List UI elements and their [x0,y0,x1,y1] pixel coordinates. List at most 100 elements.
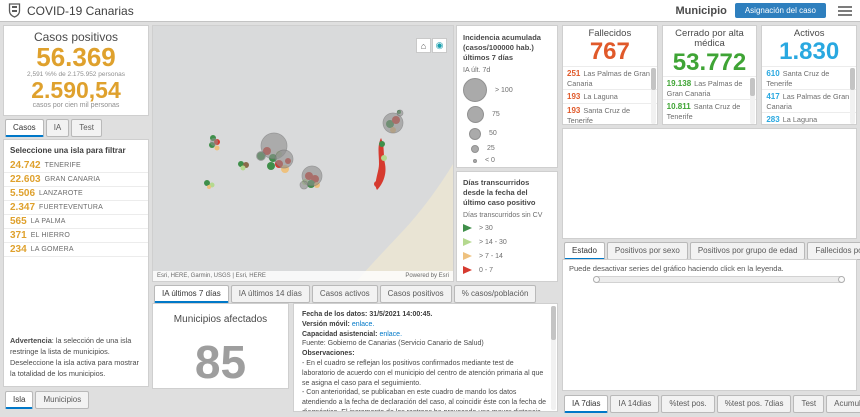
slider-handle-right[interactable] [838,276,845,283]
activos-scrollbar[interactable] [850,68,856,124]
tab-casos-positivos-map[interactable]: Casos positivos [379,285,452,303]
island-filter-title: Seleccione una isla para filtrar [10,146,126,155]
tab-positivos-sexo[interactable]: Positivos por sexo [606,242,688,260]
tab-test[interactable]: Test [71,119,102,137]
legend-incidencia: Incidencia acumulada (casos/100000 hab.)… [456,25,558,168]
tab-isla[interactable]: Isla [5,391,34,409]
legend-circle-25 [471,144,479,153]
version-link[interactable]: enlace. [352,321,375,328]
list-item[interactable]: 251 Las Palmas de Gran Canaria [563,65,657,89]
tab-casos[interactable]: Casos [5,119,44,137]
cerrado-scrollbar[interactable] [750,78,756,124]
municipios-afectados-card: Municipios afectados 85 [152,303,289,389]
legend-swatch-0-7 [463,266,472,275]
island-filter-card: Seleccione una isla para filtrar 24.742 T… [3,139,149,387]
capacidad-label: Capacidad asistencial: [302,330,378,338]
legend-hint-text: Puede desactivar series del gráfico haci… [569,264,784,273]
legend-dias: Días transcurridos desde la fecha del úl… [456,171,558,282]
list-item-el-hierro[interactable]: 371 EL HIERRO [4,229,148,243]
tab-test-pos[interactable]: %test pos. [661,395,715,413]
list-item[interactable]: 610 Santa Cruz de Tenerife [762,65,857,89]
list-item[interactable]: 193 Santa Cruz de Tenerife [563,102,657,124]
page-title: COVID-19 Canarias [27,3,134,18]
legend-circle-50 [469,127,481,140]
legend-incidencia-title: Incidencia acumulada (casos/100000 hab.)… [463,33,541,62]
map-layers-button[interactable]: ◉ [432,38,447,53]
legend-circle-100 [463,78,487,103]
list-item[interactable]: 10.811 Santa Cruz de Tenerife [662,99,757,122]
menu-icon[interactable] [838,5,852,16]
observacion-2: - Con anterioridad, se publicaban en est… [302,389,546,411]
list-item[interactable]: 283 La Laguna [762,112,857,124]
cerrado-alta-title: Cerrado por alta médica [675,28,744,50]
municipio-label: Municipio [675,4,727,17]
list-item[interactable]: 193 La Laguna [563,88,657,103]
map-home-button[interactable]: ⌂ [416,38,431,53]
advertencia-text: Advertencia: la selección de una isla re… [10,336,139,379]
tab-fallecidos-edad-sexo[interactable]: Fallecidos por edad y sexo [807,242,860,260]
series-tabbar: IA 7dias IA 14dias %test pos. %test pos.… [564,395,860,413]
capacidad-link[interactable]: enlace. [379,331,402,338]
list-item-fuerteventura[interactable]: 2.347 FUERTEVENTURA [4,201,148,215]
tab-municipios[interactable]: Municipios [35,391,90,409]
casos-positivos-card: Casos positivos 56.369 2,591 %% de 2.175… [3,25,149,116]
list-item-tenerife[interactable]: 24.742 TENERIFE [4,159,148,173]
fallecidos-scrollbar[interactable] [650,68,656,124]
list-item-lanzarote[interactable]: 5.506 LANZAROTE [4,187,148,201]
estado-tabbar: Estado Positivos por sexo Positivos por … [564,242,860,260]
asignacion-caso-button[interactable]: Asignación del caso [734,3,826,18]
list-item-la-palma[interactable]: 565 LA PALMA [4,215,148,229]
tab-ia-14dias-map[interactable]: IA últimos 14 días [230,285,310,303]
fallecidos-card: Fallecidos 767 251 Las Palmas de Gran Can… [562,25,658,125]
legend-circle-75 [467,106,484,124]
cerrado-alta-card: Cerrado por alta médica 53.772 19.138 Las… [661,25,758,125]
observaciones-label: Observaciones: [302,350,355,358]
slider-handle-left[interactable] [593,276,600,283]
activos-card: Activos 1.830 610 Santa Cruz de Tenerife … [761,25,858,125]
list-item-la-gomera[interactable]: 234 LA GOMERA [4,243,148,257]
cerrado-alta-value: 53.772 [672,48,747,76]
legend-dias-subtitle: Días transcurridos sin CV [463,212,543,220]
legend-circle-0 [473,158,477,163]
fallecidos-value: 767 [589,38,630,66]
left-tabbar: Casos IA Test [5,119,102,137]
tab-ia-7dias[interactable]: IA 7dias [564,395,609,413]
municipios-afectados-title: Municipios afectados [173,314,268,325]
tab-ia-14dias[interactable]: IA 14dias [610,395,660,413]
list-item[interactable]: 19.138 Las Palmas de Gran Canaria [662,76,757,99]
canary-islands-map[interactable] [153,26,453,281]
tab-ia-7dias-map[interactable]: IA últimos 7 días [154,285,229,303]
covid-dashboard: COVID-19 Canarias Municipio Asignación d… [0,0,860,417]
info-scrollbar[interactable] [551,306,556,410]
fuente-text: Fuente: Gobierno de Canarias (Servicio C… [302,340,484,348]
list-item[interactable]: 417 Las Palmas de Gran Canaria [762,88,857,112]
tab-test[interactable]: Test [793,395,825,413]
tab-ia[interactable]: IA [45,119,70,137]
list-item-gran-canaria[interactable]: 22.603 GRAN CANARIA [4,173,148,187]
casos-positivos-caption: casos por cien mil personas [32,102,120,110]
gobierno-canarias-logo-icon [8,3,21,18]
legend-swatch-gt30 [463,224,472,233]
left-bottom-tabbar: Isla Municipios [5,391,90,409]
estado-bar-chart-card [562,128,857,239]
tab-pct-casos-poblacion-map[interactable]: % casos/población [453,285,537,303]
legend-incidencia-subtitle: IA últ. 7d [463,67,491,75]
estado-bar-chart [563,129,856,238]
legend-swatch-14-30 [463,238,472,247]
casos-positivos-rate: 2.590,54 [31,77,121,104]
tab-estado[interactable]: Estado [564,242,605,260]
legend-dias-title: Días transcurridos desde la fecha del úl… [463,178,536,207]
version-label: Versión móvil: [302,320,350,328]
info-card: Fecha de los datos: 31/5/2021 14:00:45. … [293,303,558,412]
observacion-1: - En el cuadro se reflejan los positivos… [302,359,544,387]
map-attribution: Esri, HERE, Garmin, USGS | Esri, HERE Po… [153,271,453,281]
municipios-afectados-value: 85 [194,336,247,388]
tab-positivos-edad[interactable]: Positivos por grupo de edad [689,242,806,260]
header: COVID-19 Canarias Municipio Asignación d… [0,0,860,22]
time-range-slider[interactable] [593,276,845,283]
tab-casos-activos-map[interactable]: Casos activos [311,285,378,303]
tab-acumulado[interactable]: Acumulado [826,395,860,413]
stats-row: Fallecidos 767 251 Las Palmas de Gran Can… [562,25,858,125]
fecha-label: Fecha de los datos: [302,311,368,318]
tab-test-pos-7dias[interactable]: %test pos. 7dias [716,395,792,413]
